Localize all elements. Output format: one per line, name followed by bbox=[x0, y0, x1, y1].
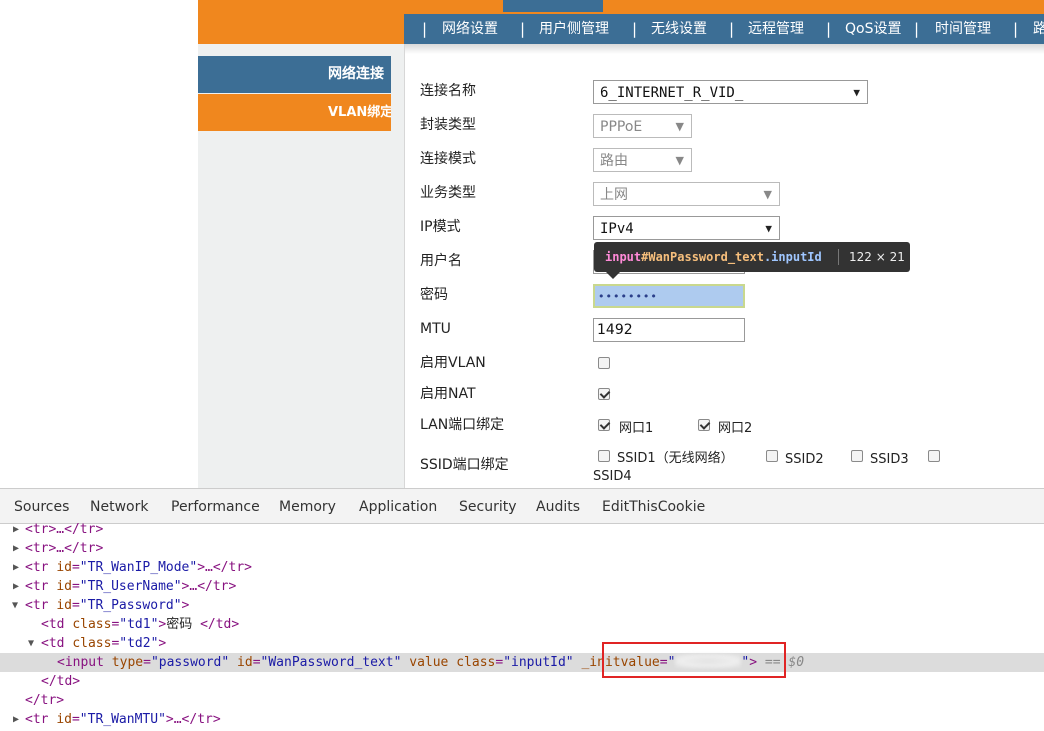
highlight-box bbox=[602, 642, 786, 678]
label-service-type: 业务类型 bbox=[420, 185, 476, 201]
tab-qos-settings[interactable]: QoS设置 bbox=[845, 14, 901, 44]
expand-arrow-icon[interactable]: ▶ bbox=[13, 539, 19, 558]
dom-node[interactable]: ▶ <tr id="TR_WanMTU">…</tr> bbox=[0, 710, 1044, 729]
label-password: 密码 bbox=[420, 287, 448, 303]
tab-security[interactable]: Security bbox=[459, 489, 517, 523]
dom-node[interactable]: ▶ <tr>…</tr> bbox=[0, 539, 1044, 558]
tab-remote-management[interactable]: 远程管理 bbox=[748, 14, 804, 44]
lan-port1-checkbox[interactable] bbox=[598, 419, 610, 431]
tab-performance[interactable]: Performance bbox=[171, 489, 260, 523]
tab-user-side-management[interactable]: 用户侧管理 bbox=[539, 14, 609, 44]
sidebar-item-label: 网络连接 bbox=[328, 66, 384, 82]
tab-audits[interactable]: Audits bbox=[536, 489, 580, 523]
dom-node[interactable]: ▶ <tr id="TR_WanIP_Mode">…</tr> bbox=[0, 558, 1044, 577]
label-ssid-binding: SSID端口绑定 bbox=[420, 457, 509, 473]
expand-arrow-icon[interactable]: ▶ bbox=[13, 577, 19, 596]
nav-separator: | bbox=[914, 20, 920, 38]
tab-sources[interactable]: Sources bbox=[14, 489, 69, 523]
dropdown-arrow-icon: ▼ bbox=[765, 222, 772, 235]
ssid4-checkbox[interactable] bbox=[928, 450, 940, 462]
active-tab-indicator bbox=[503, 0, 603, 12]
ssid2-checkbox[interactable] bbox=[766, 450, 778, 462]
label-encap-type: 封装类型 bbox=[420, 117, 476, 133]
encap-type-select[interactable]: PPPoE ▼ bbox=[593, 114, 692, 138]
label-enable-nat: 启用NAT bbox=[420, 386, 476, 402]
tab-network-settings[interactable]: 网络设置 bbox=[442, 14, 498, 44]
router-admin-page: 网络连接 VLAN绑定 | 网络设置 | 用户侧管理 | 无线设置 | 远程管理… bbox=[0, 0, 1044, 488]
dom-node[interactable]: ▶ <tr id="TR_UserName">…</tr> bbox=[0, 577, 1044, 596]
dropdown-arrow-icon: ▼ bbox=[675, 154, 684, 167]
tooltip-class: .inputId bbox=[763, 250, 822, 264]
label-ip-mode: IP模式 bbox=[420, 219, 461, 235]
lan-port2-label: 网口2 bbox=[718, 421, 753, 436]
devtools-panel: Sources Network Performance Memory Appli… bbox=[0, 488, 1044, 731]
tab-time-management[interactable]: 时间管理 bbox=[935, 14, 991, 44]
dropdown-arrow-icon: ▼ bbox=[675, 120, 684, 133]
label-connection-name: 连接名称 bbox=[420, 83, 476, 99]
dom-node[interactable]: <td class="td1">密码 </td> bbox=[0, 615, 1044, 634]
dom-node[interactable]: ▶ <tr>…</tr> bbox=[0, 520, 1044, 539]
sidebar-item-label: VLAN绑定 bbox=[328, 105, 391, 120]
tab-wireless-settings[interactable]: 无线设置 bbox=[651, 14, 707, 44]
enable-vlan-checkbox[interactable] bbox=[598, 357, 610, 369]
expand-arrow-icon[interactable]: ▶ bbox=[13, 558, 19, 577]
ssid4-label: SSID4 bbox=[593, 469, 632, 484]
dom-node[interactable]: ▼ <td class="td2"> bbox=[0, 634, 1044, 653]
label-connection-mode: 连接模式 bbox=[420, 151, 476, 167]
lan-port1-label: 网口1 bbox=[619, 421, 654, 436]
ip-mode-select[interactable]: IPv4 ▼ bbox=[593, 216, 780, 240]
dropdown-arrow-icon: ▼ bbox=[853, 86, 860, 99]
nav-separator: | bbox=[632, 20, 638, 38]
tooltip-pointer bbox=[606, 272, 620, 279]
tab-memory[interactable]: Memory bbox=[279, 489, 336, 523]
tab-editthiscookie[interactable]: EditThisCookie bbox=[602, 489, 705, 523]
enable-nat-checkbox[interactable] bbox=[598, 388, 610, 400]
nav-separator: | bbox=[826, 20, 832, 38]
collapse-arrow-icon[interactable]: ▼ bbox=[12, 596, 18, 615]
label-lan-binding: LAN端口绑定 bbox=[420, 417, 505, 433]
nav-separator: | bbox=[1013, 20, 1019, 38]
devtools-tab-bar: Sources Network Performance Memory Appli… bbox=[0, 489, 1044, 524]
label-enable-vlan: 启用VLAN bbox=[420, 355, 486, 371]
ssid3-checkbox[interactable] bbox=[851, 450, 863, 462]
dom-node[interactable]: ▼ <tr id="TR_Password"> bbox=[0, 596, 1044, 615]
tooltip-tag: input bbox=[605, 250, 642, 264]
nav-separator: | bbox=[729, 20, 735, 38]
lan-port2-checkbox[interactable] bbox=[698, 419, 710, 431]
connection-mode-select[interactable]: 路由 ▼ bbox=[593, 148, 692, 172]
dom-node[interactable]: </td> bbox=[0, 672, 1044, 691]
label-mtu: MTU bbox=[420, 321, 451, 337]
expand-arrow-icon[interactable]: ▶ bbox=[13, 520, 19, 539]
connection-name-select[interactable]: 6_INTERNET_R_VID_ ▼ bbox=[593, 80, 868, 104]
tooltip-id: #WanPassword_text bbox=[641, 250, 764, 264]
tooltip-size: 122 × 21 bbox=[849, 250, 905, 264]
sidebar-item-network-connection[interactable]: 网络连接 bbox=[198, 56, 391, 93]
inspector-tooltip: input#WanPassword_text.inputId 122 × 21 bbox=[594, 242, 910, 279]
tab-route-truncated[interactable]: 路 bbox=[1033, 14, 1044, 44]
ssid3-label: SSID3 bbox=[870, 452, 909, 467]
collapse-arrow-icon[interactable]: ▼ bbox=[28, 634, 34, 653]
ssid1-checkbox[interactable] bbox=[598, 450, 610, 462]
label-username: 用户名 bbox=[420, 253, 462, 269]
dom-node-selected[interactable]: <input type="password" id="WanPassword_t… bbox=[0, 653, 1044, 672]
expand-arrow-icon[interactable]: ▶ bbox=[13, 710, 19, 729]
mtu-input[interactable]: 1492 bbox=[593, 318, 745, 342]
top-nav: | 网络设置 | 用户侧管理 | 无线设置 | 远程管理 | QoS设置 | 时… bbox=[404, 14, 1044, 44]
nav-separator: | bbox=[520, 20, 526, 38]
tooltip-divider bbox=[838, 249, 839, 265]
ssid1-label: SSID1（无线网络） bbox=[617, 451, 734, 466]
ssid2-label: SSID2 bbox=[785, 452, 824, 467]
tab-application[interactable]: Application bbox=[359, 489, 437, 523]
dropdown-arrow-icon: ▼ bbox=[763, 188, 772, 201]
service-type-select[interactable]: 上网 ▼ bbox=[593, 182, 780, 206]
sidebar-item-vlan-binding[interactable]: VLAN绑定 bbox=[198, 94, 391, 131]
dom-node[interactable]: </tr> bbox=[0, 691, 1044, 710]
tab-network[interactable]: Network bbox=[90, 489, 148, 523]
password-input[interactable]: •••••••• bbox=[593, 284, 745, 308]
nav-separator: | bbox=[422, 20, 428, 38]
dom-tree: ▶ <tr>…</tr> ▶ <tr>…</tr> ▶ <tr id="TR_W… bbox=[0, 522, 1044, 731]
